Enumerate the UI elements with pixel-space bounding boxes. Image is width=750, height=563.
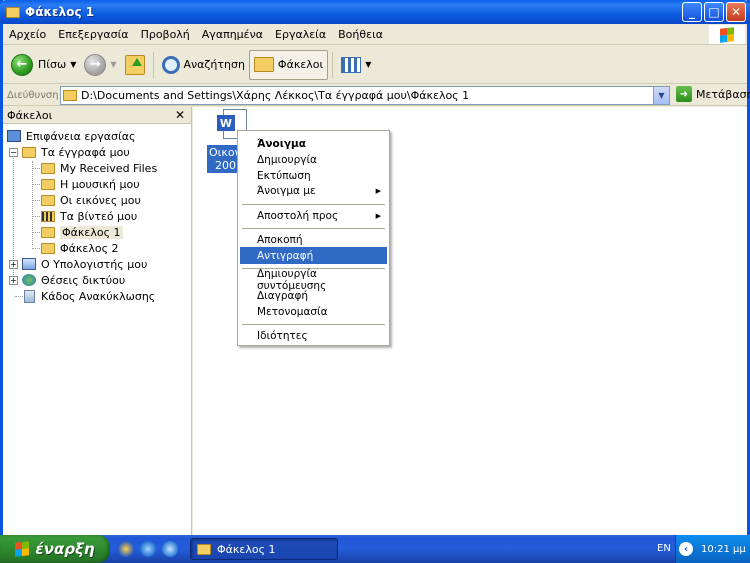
cm-copy[interactable]: Αντιγραφή bbox=[240, 247, 387, 264]
address-bar: Διεύθυνση D:\Documents and Settings\Χάρη… bbox=[3, 85, 750, 106]
tree-item-desktop[interactable]: Επιφάνεια εργασίας bbox=[7, 128, 135, 144]
folders-button[interactable]: Φάκελοι bbox=[248, 49, 329, 80]
folder-icon bbox=[41, 162, 55, 174]
cm-send-to[interactable]: Αποστολή προς ▶ bbox=[240, 207, 387, 224]
folder-icon bbox=[22, 146, 36, 158]
menu-tools[interactable]: Εργαλεία bbox=[269, 24, 332, 44]
cm-rename[interactable]: Μετονομασία bbox=[240, 303, 387, 320]
back-label: Πίσω bbox=[38, 58, 67, 71]
context-menu: Άνοιγμα Δημιουργία Εκτύπωση Άνοιγμα με ▶… bbox=[237, 130, 390, 346]
cm-cut[interactable]: Αποκοπή bbox=[240, 231, 387, 248]
start-label: έναρξη bbox=[35, 540, 95, 558]
pictures-folder-icon bbox=[41, 194, 55, 206]
search-button[interactable]: Αναζήτηση bbox=[158, 50, 249, 80]
taskbar-item-folder-1[interactable]: Φάκελος 1 bbox=[190, 538, 338, 560]
folders-pane-header: Φάκελοι ✕ bbox=[3, 107, 191, 124]
media-player-icon[interactable] bbox=[118, 541, 134, 557]
menu-favorites[interactable]: Αγαπημένα bbox=[196, 24, 269, 44]
go-arrow-icon: ➜ bbox=[676, 86, 692, 102]
windows-logo-icon bbox=[709, 25, 745, 44]
tree-item-my-computer[interactable]: + Ο Υπολογιστής μου bbox=[9, 256, 147, 272]
go-label: Μετάβαση bbox=[696, 87, 750, 101]
clock: 10:21 μμ bbox=[701, 543, 746, 555]
folder-up-icon bbox=[124, 54, 145, 75]
maximize-button[interactable]: □ bbox=[704, 2, 724, 22]
open-folder-icon bbox=[41, 226, 55, 238]
tree-item-my-received-files[interactable]: My Received Files bbox=[41, 160, 157, 176]
menu-file[interactable]: Αρχείο bbox=[3, 24, 52, 44]
folders-pane: Φάκελοι ✕ Επιφάνεια εργασίας − Τα έγγραφ… bbox=[3, 107, 192, 535]
tree-item-my-documents[interactable]: − Τα έγγραφά μου bbox=[9, 144, 130, 160]
folders-label: Φάκελοι bbox=[277, 58, 324, 71]
title-bar[interactable]: Φάκελος 1 _ □ ✕ bbox=[0, 0, 750, 24]
cm-delete[interactable]: Διαγραφή bbox=[240, 287, 387, 304]
collapse-icon[interactable]: − bbox=[9, 147, 18, 157]
search-label: Αναζήτηση bbox=[183, 58, 245, 71]
folders-icon bbox=[253, 57, 274, 72]
expand-icon[interactable]: + bbox=[9, 275, 18, 285]
tree-item-my-music[interactable]: Η μουσική μου bbox=[41, 176, 140, 192]
address-value: D:\Documents and Settings\Χάρης Λέκκος\Τ… bbox=[81, 89, 470, 102]
folder-icon bbox=[63, 90, 77, 101]
desktop-shortcut-icon[interactable] bbox=[162, 541, 178, 557]
forward-arrow-icon: → bbox=[84, 53, 107, 76]
recycle-bin-icon bbox=[24, 289, 35, 303]
network-icon bbox=[22, 274, 36, 286]
back-button[interactable]: ← Πίσω ▼ bbox=[7, 50, 80, 80]
minimize-button[interactable]: _ bbox=[682, 2, 702, 22]
video-folder-icon bbox=[41, 210, 55, 222]
address-dropdown-icon[interactable]: ▼ bbox=[653, 87, 669, 104]
folder-icon bbox=[41, 242, 55, 254]
cm-open-with[interactable]: Άνοιγμα με ▶ bbox=[240, 182, 387, 199]
chevron-left-icon[interactable]: ‹ bbox=[679, 542, 693, 556]
start-button[interactable]: έναρξη bbox=[0, 535, 110, 563]
tree-item-folder-2[interactable]: Φάκελος 2 bbox=[41, 240, 119, 256]
up-button[interactable] bbox=[121, 50, 149, 80]
menu-view[interactable]: Προβολή bbox=[135, 24, 196, 44]
windows-flag-icon bbox=[15, 541, 30, 557]
computer-icon bbox=[22, 258, 36, 270]
music-folder-icon bbox=[41, 178, 55, 190]
submenu-arrow-icon: ▶ bbox=[375, 186, 381, 195]
close-pane-icon[interactable]: ✕ bbox=[175, 108, 185, 122]
search-icon bbox=[161, 55, 180, 74]
toolbar: ← Πίσω ▼ → ▼ Αναζήτηση Φάκελοι ▼ bbox=[3, 46, 747, 84]
cm-create-shortcut[interactable]: Δημιουργία συντόμευσης bbox=[240, 268, 387, 292]
forward-dropdown-icon[interactable]: ▼ bbox=[110, 60, 116, 69]
menu-help[interactable]: Βοήθεια bbox=[332, 24, 389, 44]
go-button[interactable]: ➜ Μετάβαση bbox=[676, 86, 750, 102]
taskbar: έναρξη Φάκελος 1 EN ‹ 10:21 μμ bbox=[0, 535, 750, 563]
cm-properties[interactable]: Ιδιότητες bbox=[240, 327, 387, 344]
folders-pane-title: Φάκελοι bbox=[7, 108, 53, 122]
address-label: Διεύθυνση bbox=[7, 89, 59, 101]
folder-icon bbox=[6, 6, 20, 18]
menu-edit[interactable]: Επεξεργασία bbox=[52, 24, 134, 44]
tree-item-my-pictures[interactable]: Οι εικόνες μου bbox=[41, 192, 141, 208]
menu-bar: Αρχείο Επεξεργασία Προβολή Αγαπημένα Εργ… bbox=[3, 24, 747, 45]
folder-icon bbox=[197, 543, 211, 555]
address-input[interactable]: D:\Documents and Settings\Χάρης Λέκκος\Τ… bbox=[60, 86, 670, 105]
language-indicator[interactable]: EN bbox=[657, 543, 671, 554]
cm-open[interactable]: Άνοιγμα bbox=[240, 135, 387, 152]
submenu-arrow-icon: ▶ bbox=[375, 211, 381, 220]
views-icon bbox=[341, 56, 362, 73]
expand-icon[interactable]: + bbox=[9, 259, 18, 269]
close-button[interactable]: ✕ bbox=[726, 2, 746, 22]
tree-item-folder-1[interactable]: Φάκελος 1 bbox=[41, 224, 123, 240]
forward-button[interactable]: → ▼ bbox=[80, 50, 120, 80]
cm-new[interactable]: Δημιουργία bbox=[240, 151, 387, 168]
views-button[interactable]: ▼ bbox=[337, 50, 375, 80]
back-dropdown-icon[interactable]: ▼ bbox=[70, 60, 76, 69]
tree-item-my-videos[interactable]: Τα βίντεό μου bbox=[41, 208, 137, 224]
system-tray: ‹ 10:21 μμ bbox=[675, 535, 750, 563]
desktop-icon bbox=[7, 130, 21, 142]
internet-explorer-icon[interactable] bbox=[140, 541, 156, 557]
views-dropdown-icon[interactable]: ▼ bbox=[365, 60, 371, 69]
tree-item-network-places[interactable]: + Θέσεις δικτύου bbox=[9, 272, 125, 288]
window-title: Φάκελος 1 bbox=[25, 5, 95, 19]
back-arrow-icon: ← bbox=[11, 53, 33, 76]
tree-item-recycle-bin[interactable]: Κάδος Ανακύκλωσης bbox=[22, 288, 155, 304]
taskbar-item-label: Φάκελος 1 bbox=[217, 542, 276, 556]
